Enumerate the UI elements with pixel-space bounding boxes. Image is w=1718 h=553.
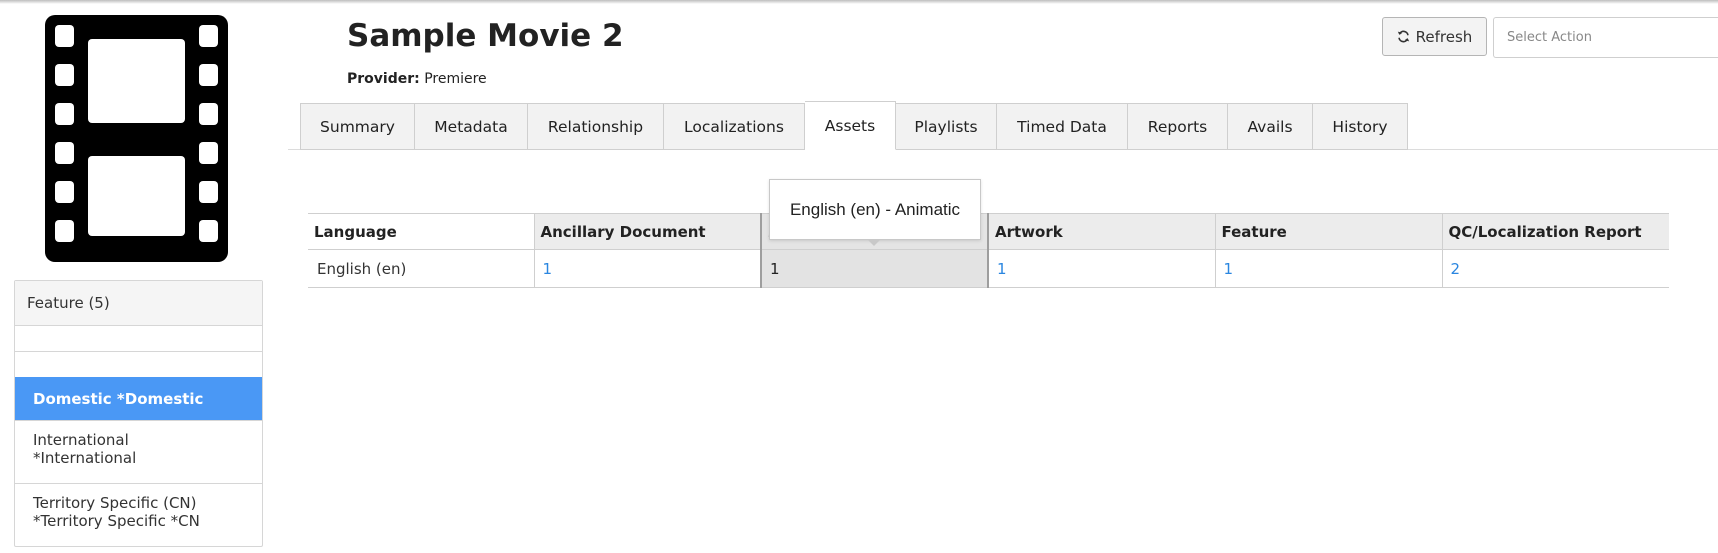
tab-label: Summary — [320, 117, 395, 136]
page-title: Sample Movie 2 — [347, 18, 624, 54]
tab-label: Avails — [1247, 117, 1293, 136]
sidebar-item-label: Domestic *Domestic — [33, 390, 204, 408]
tab-label: Reports — [1147, 117, 1208, 136]
tab-label: Timed Data — [1017, 117, 1107, 136]
cell-artwork: 1 — [987, 249, 1215, 288]
column-header-ancillary-document: Ancillary Document — [533, 213, 761, 250]
cell-ancillary-document: 1 — [533, 249, 761, 288]
sidebar-list: Feature (5) Domestic *Domestic Internati… — [14, 280, 263, 547]
tab-reports[interactable]: Reports — [1128, 103, 1228, 150]
tab-label: Assets — [824, 116, 876, 135]
tab-label: Localizations — [684, 117, 784, 136]
top-shadow — [0, 0, 1718, 4]
sidebar-blank-row — [15, 351, 262, 377]
artwork-count-link[interactable]: 1 — [997, 260, 1007, 278]
column-header-feature: Feature — [1214, 213, 1442, 250]
qc-localization-report-count-link[interactable]: 2 — [1451, 260, 1461, 278]
tab-relationship[interactable]: Relationship — [528, 103, 664, 150]
ancillary-document-count-link[interactable]: 1 — [543, 260, 553, 278]
film-strip-icon — [45, 15, 228, 262]
tab-metadata[interactable]: Metadata — [415, 103, 528, 150]
column-header-language: Language — [308, 213, 534, 250]
feature-count-link[interactable]: 1 — [1224, 260, 1234, 278]
assets-table: Language Ancillary Document Animatic Art… — [308, 213, 1669, 288]
select-action-dropdown[interactable]: Select Action — [1493, 17, 1718, 58]
sidebar-item-label: International — [33, 431, 129, 449]
tab-label: Metadata — [434, 117, 508, 136]
tab-summary[interactable]: Summary — [300, 103, 415, 150]
cell-qc-localization-report: 2 — [1441, 249, 1669, 288]
tab-label: Playlists — [914, 117, 978, 136]
sidebar-item-label: Territory Specific (CN) — [33, 494, 197, 512]
column-header-qc-localization-report: QC/Localization Report — [1441, 213, 1669, 250]
tab-label: Relationship — [547, 117, 644, 136]
cell-animatic[interactable]: 1 — [760, 249, 989, 288]
sidebar-blank-row — [15, 325, 262, 351]
tab-avails[interactable]: Avails — [1228, 103, 1313, 150]
table-header-row: Language Ancillary Document Animatic Art… — [308, 213, 1669, 250]
select-action-placeholder: Select Action — [1507, 30, 1592, 45]
refresh-button[interactable]: Refresh — [1382, 17, 1487, 56]
cell-feature: 1 — [1214, 249, 1442, 288]
tab-timed-data[interactable]: Timed Data — [997, 103, 1128, 150]
tab-localizations[interactable]: Localizations — [664, 103, 805, 150]
tab-playlists[interactable]: Playlists — [896, 103, 997, 150]
sidebar-item-sublabel: *International — [33, 449, 137, 467]
tab-assets[interactable]: Assets — [805, 101, 896, 150]
table-row: English (en) 1 1 1 1 2 — [308, 249, 1669, 288]
refresh-label: Refresh — [1415, 27, 1473, 46]
column-header-artwork: Artwork — [987, 213, 1215, 250]
sidebar-header-label: Feature (5) — [27, 294, 110, 312]
tab-label: History — [1332, 117, 1388, 136]
sidebar-item-sublabel: *Territory Specific *CN — [33, 512, 200, 530]
tab-bar: Summary Metadata Relationship Localizati… — [300, 101, 1408, 150]
provider-label: Provider: — [347, 71, 420, 87]
sidebar-item-international[interactable]: International *International — [15, 420, 262, 483]
sidebar-item-domestic[interactable]: Domestic *Domestic — [15, 377, 262, 420]
refresh-icon — [1397, 30, 1409, 43]
sidebar-item-territory-specific[interactable]: Territory Specific (CN) *Territory Speci… — [15, 483, 262, 546]
cell-language: English (en) — [308, 249, 534, 288]
animatic-tooltip: English (en) - Animatic — [769, 179, 981, 240]
provider-line: Provider: Premiere — [347, 71, 487, 87]
tab-history[interactable]: History — [1313, 103, 1408, 150]
tooltip-arrow — [867, 239, 881, 246]
provider-value: Premiere — [424, 71, 487, 87]
sidebar-header[interactable]: Feature (5) — [15, 281, 262, 325]
tooltip-text: English (en) - Animatic — [789, 199, 961, 219]
